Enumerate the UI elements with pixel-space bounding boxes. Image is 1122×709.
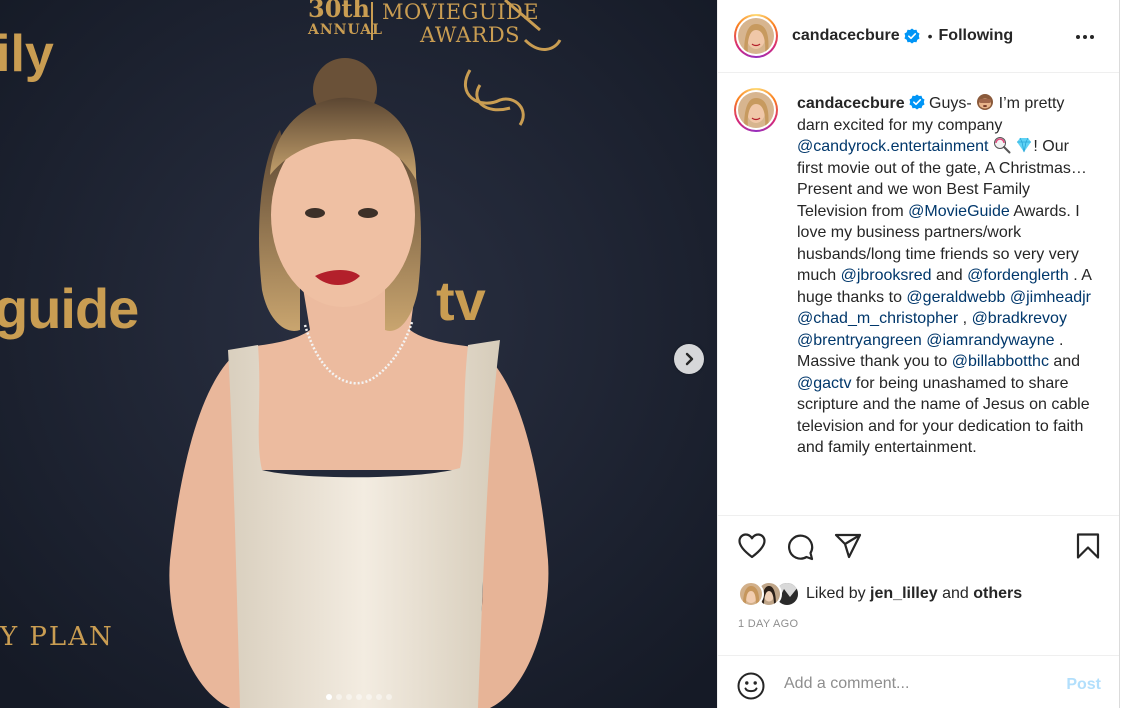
backdrop-left-logo: ily: [0, 25, 54, 83]
carousel-dot: [345, 694, 352, 700]
share-icon[interactable]: [834, 533, 862, 559]
backdrop-tv-logo: tv: [436, 269, 486, 332]
caption-username[interactable]: candacecbure: [797, 95, 905, 112]
backdrop-divider: [371, 2, 373, 40]
backdrop-plan-text: Y PLAN: [0, 622, 114, 652]
caption-mention-link[interactable]: @billabbotthc: [952, 353, 1049, 370]
caption-text-run: ,: [958, 310, 972, 327]
caption-mention-link[interactable]: @chad_m_christopher: [797, 310, 958, 327]
caption-area: candacecbure Guys- I’m pretty darn excit…: [718, 73, 1119, 515]
carousel-dot: [325, 694, 332, 700]
liker-avatar: [738, 581, 764, 607]
carousel-dot: [355, 694, 362, 700]
lollipop-emoji: [993, 136, 1011, 154]
caption-mention-link[interactable]: @jimheadjr: [1010, 289, 1091, 306]
caption-text-run: Guys-: [924, 95, 977, 112]
author-avatar[interactable]: [734, 14, 778, 58]
likes-summary: Liked by jen_lilley and others: [806, 585, 1022, 603]
caption-mention-link[interactable]: @jbrooksred: [841, 267, 932, 284]
post-sidebar: candacecbure • Following candacecbure Gu…: [717, 0, 1120, 708]
bookmark-icon[interactable]: [1076, 533, 1100, 559]
caption-mention-link[interactable]: @brentryangreen: [797, 332, 922, 349]
avatar-image: [738, 92, 774, 128]
likes-row: Liked by jen_lilley and others: [738, 580, 1022, 608]
caption-mention-link[interactable]: @iamrandywayne: [926, 332, 1054, 349]
chevron-right-icon: [685, 352, 694, 366]
carousel-dot: [335, 694, 342, 700]
caption-text-run: and: [931, 267, 968, 284]
emoji-icon[interactable]: [737, 672, 765, 700]
avatar-image: [738, 18, 774, 54]
next-slide-button[interactable]: [674, 344, 704, 374]
liker-username[interactable]: jen_lilley: [870, 585, 938, 602]
see-no-evil-monkey-emoji: [976, 93, 994, 111]
carousel-dot: [375, 694, 382, 700]
caption-mention-link[interactable]: @geraldwebb: [906, 289, 1005, 306]
caption-author-avatar[interactable]: [734, 88, 778, 132]
caption-mention-link[interactable]: @bradkrevoy: [972, 310, 1067, 327]
comment-bar: Post: [718, 655, 1119, 709]
header-separator: •: [927, 28, 933, 44]
gem-emoji: [1015, 136, 1033, 154]
action-bar: [718, 515, 1119, 576]
header-author-block: candacecbure • Following: [792, 27, 1013, 45]
author-username[interactable]: candacecbure: [792, 27, 900, 45]
likes-joiner: and: [942, 585, 969, 602]
post-comment-button[interactable]: Post: [1066, 676, 1101, 694]
caption-mention-link[interactable]: @candyrock.entertainment: [797, 138, 988, 155]
caption-mention-link[interactable]: @fordenglerth: [967, 267, 1069, 284]
caption-body: Guys- I’m pretty darn excited for my com…: [797, 93, 1091, 456]
caption-text: candacecbure Guys- I’m pretty darn excit…: [797, 93, 1097, 459]
caption-mention-link[interactable]: @MovieGuide: [908, 203, 1010, 220]
likes-others-link[interactable]: others: [973, 585, 1022, 602]
post-media[interactable]: 30th ANNUAL MOVIEGUIDE AWARDS ily guide …: [0, 0, 717, 708]
backdrop-awards-line1: MOVIEGUIDE: [382, 0, 540, 24]
backdrop-anniversary-number: 30th: [308, 0, 370, 23]
caption-text-run: and: [1048, 353, 1081, 370]
caption-mention-link[interactable]: @gactv: [797, 375, 851, 392]
carousel-dots: [0, 694, 717, 700]
comment-icon[interactable]: [786, 533, 814, 561]
heart-icon[interactable]: [738, 533, 766, 559]
carousel-dot: [365, 694, 372, 700]
verified-badge-icon: [909, 94, 925, 110]
verified-badge-icon: [904, 28, 920, 44]
post-header: candacecbure • Following: [718, 0, 1119, 73]
backdrop-awards-line2: AWARDS: [420, 23, 521, 47]
post-photo: [0, 0, 717, 708]
backdrop-guide-logo: guide: [0, 277, 139, 340]
more-options-icon[interactable]: [1075, 27, 1095, 47]
carousel-dot: [385, 694, 392, 700]
following-button[interactable]: Following: [939, 27, 1014, 45]
post-timestamp[interactable]: 1 DAY AGO: [738, 618, 798, 630]
comment-input[interactable]: [784, 672, 1044, 696]
likes-prefix: Liked by: [806, 585, 866, 602]
